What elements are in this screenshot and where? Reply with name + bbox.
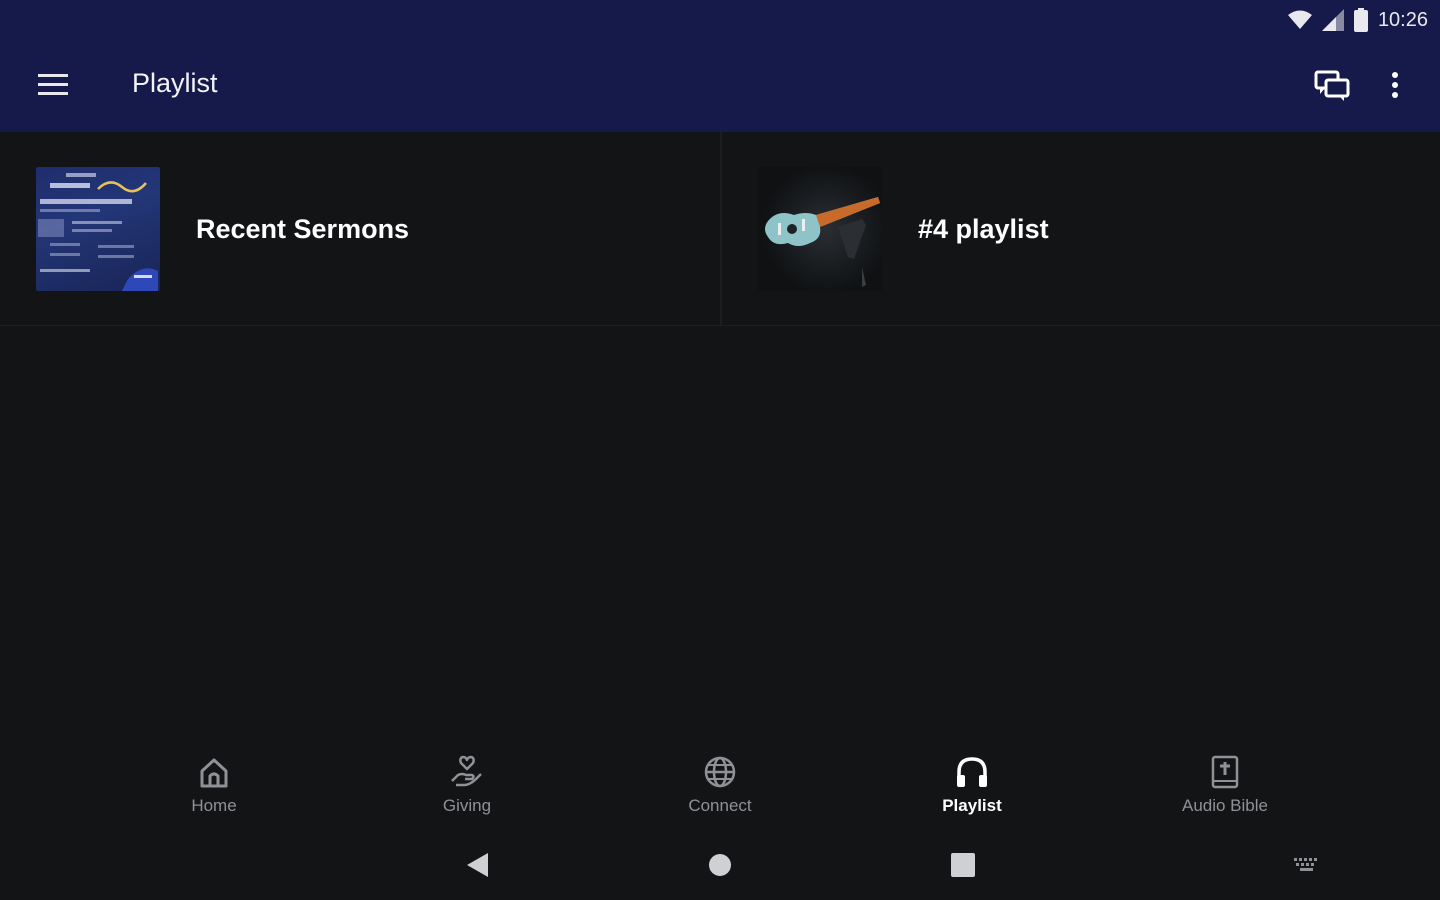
- nav-item-audio-bible[interactable]: Audio Bible: [1145, 754, 1305, 824]
- giving-hand-heart-icon: [449, 754, 485, 790]
- menu-icon[interactable]: [38, 72, 70, 100]
- playlist-title: #4 playlist: [918, 214, 1049, 244]
- page-title: Playlist: [132, 68, 218, 98]
- nav-label-home: Home: [191, 796, 237, 815]
- headphones-icon: [954, 754, 990, 790]
- status-bar: 10:26: [0, 0, 1440, 40]
- recents-icon[interactable]: [946, 848, 980, 882]
- nav-item-giving[interactable]: Giving: [387, 754, 547, 824]
- nav-item-playlist[interactable]: Playlist: [892, 754, 1052, 824]
- chat-icon[interactable]: [1312, 66, 1352, 106]
- system-nav-bar: [0, 830, 1440, 900]
- home-circle-icon[interactable]: [703, 848, 737, 882]
- more-vert-icon[interactable]: [1380, 66, 1410, 106]
- guitar-image: [758, 167, 882, 291]
- nav-label-giving: Giving: [442, 796, 492, 815]
- status-time: 10:26: [1377, 8, 1428, 31]
- keyboard-icon[interactable]: [1290, 848, 1324, 882]
- bible-icon: [1207, 754, 1243, 790]
- nav-item-home[interactable]: Home: [134, 754, 294, 824]
- globe-icon: [702, 754, 738, 790]
- battery-icon: [1353, 8, 1368, 32]
- sermon-flyer-image: [36, 167, 160, 291]
- playlist-card-recent-sermons[interactable]: Recent Sermons: [0, 132, 720, 326]
- bottom-nav: Home Giving Connect Playlist Audio Bible: [0, 740, 1440, 830]
- app-bar: Playlist: [0, 40, 1440, 132]
- home-icon: [196, 754, 232, 790]
- nav-item-connect[interactable]: Connect: [640, 754, 800, 824]
- playlist-card-4-playlist[interactable]: #4 playlist: [720, 132, 1440, 326]
- playlist-title: Recent Sermons: [196, 214, 410, 244]
- nav-label-playlist: Playlist: [942, 796, 1002, 815]
- back-icon[interactable]: [460, 848, 494, 882]
- wifi-icon: [1287, 10, 1312, 30]
- playlist-grid: Recent Sermons #4 playlist: [0, 132, 1440, 326]
- nav-label-audio-bible: Audio Bible: [1181, 796, 1268, 815]
- signal-icon: [1321, 9, 1344, 31]
- nav-label-connect: Connect: [688, 796, 752, 815]
